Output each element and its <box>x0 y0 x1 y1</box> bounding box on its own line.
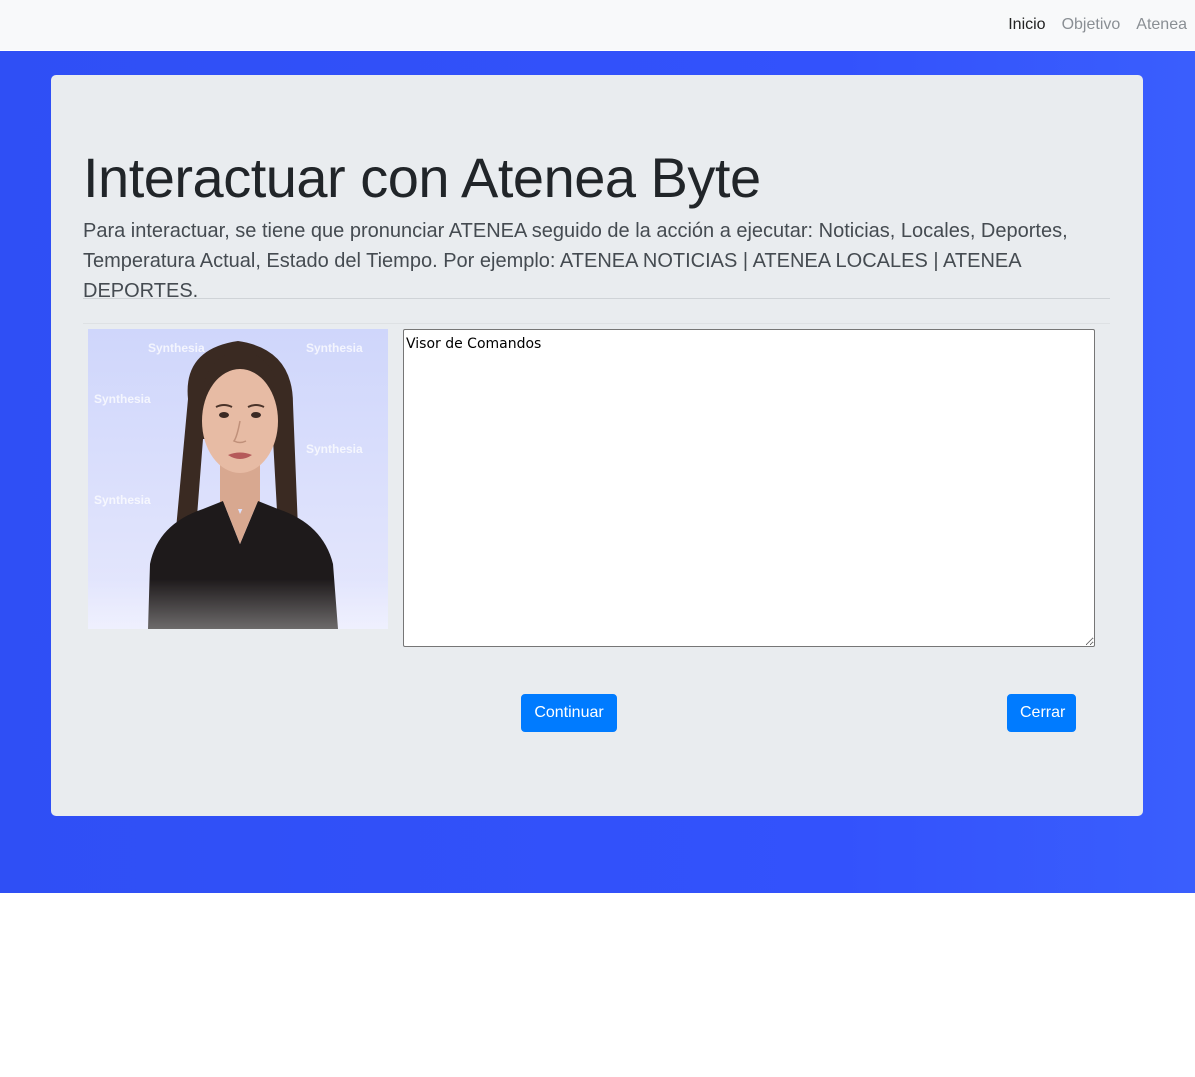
page-title: Interactuar con Atenea Byte <box>83 146 761 209</box>
continue-button[interactable]: Continuar <box>521 694 617 732</box>
divider <box>83 298 1110 299</box>
woman-portrait-icon <box>88 341 388 629</box>
top-navbar: Inicio Objetivo Atenea <box>0 0 1195 50</box>
hero-background: Interactuar con Atenea Byte Para interac… <box>0 51 1195 893</box>
nav-link-atenea[interactable]: Atenea <box>1136 16 1187 34</box>
avatar-video: Synthesia Synthesia Synthesia Synthesia … <box>88 329 388 629</box>
divider <box>83 323 1110 324</box>
nav-link-inicio[interactable]: Inicio <box>1008 16 1045 34</box>
interaction-panel: Interactuar con Atenea Byte Para interac… <box>51 75 1143 816</box>
close-button[interactable]: Cerrar <box>1007 694 1076 732</box>
instructions-text: Para interactuar, se tiene que pronuncia… <box>83 220 1068 302</box>
nav-link-objetivo[interactable]: Objetivo <box>1062 16 1121 34</box>
command-viewer-textarea[interactable]: Visor de Comandos <box>403 329 1095 647</box>
